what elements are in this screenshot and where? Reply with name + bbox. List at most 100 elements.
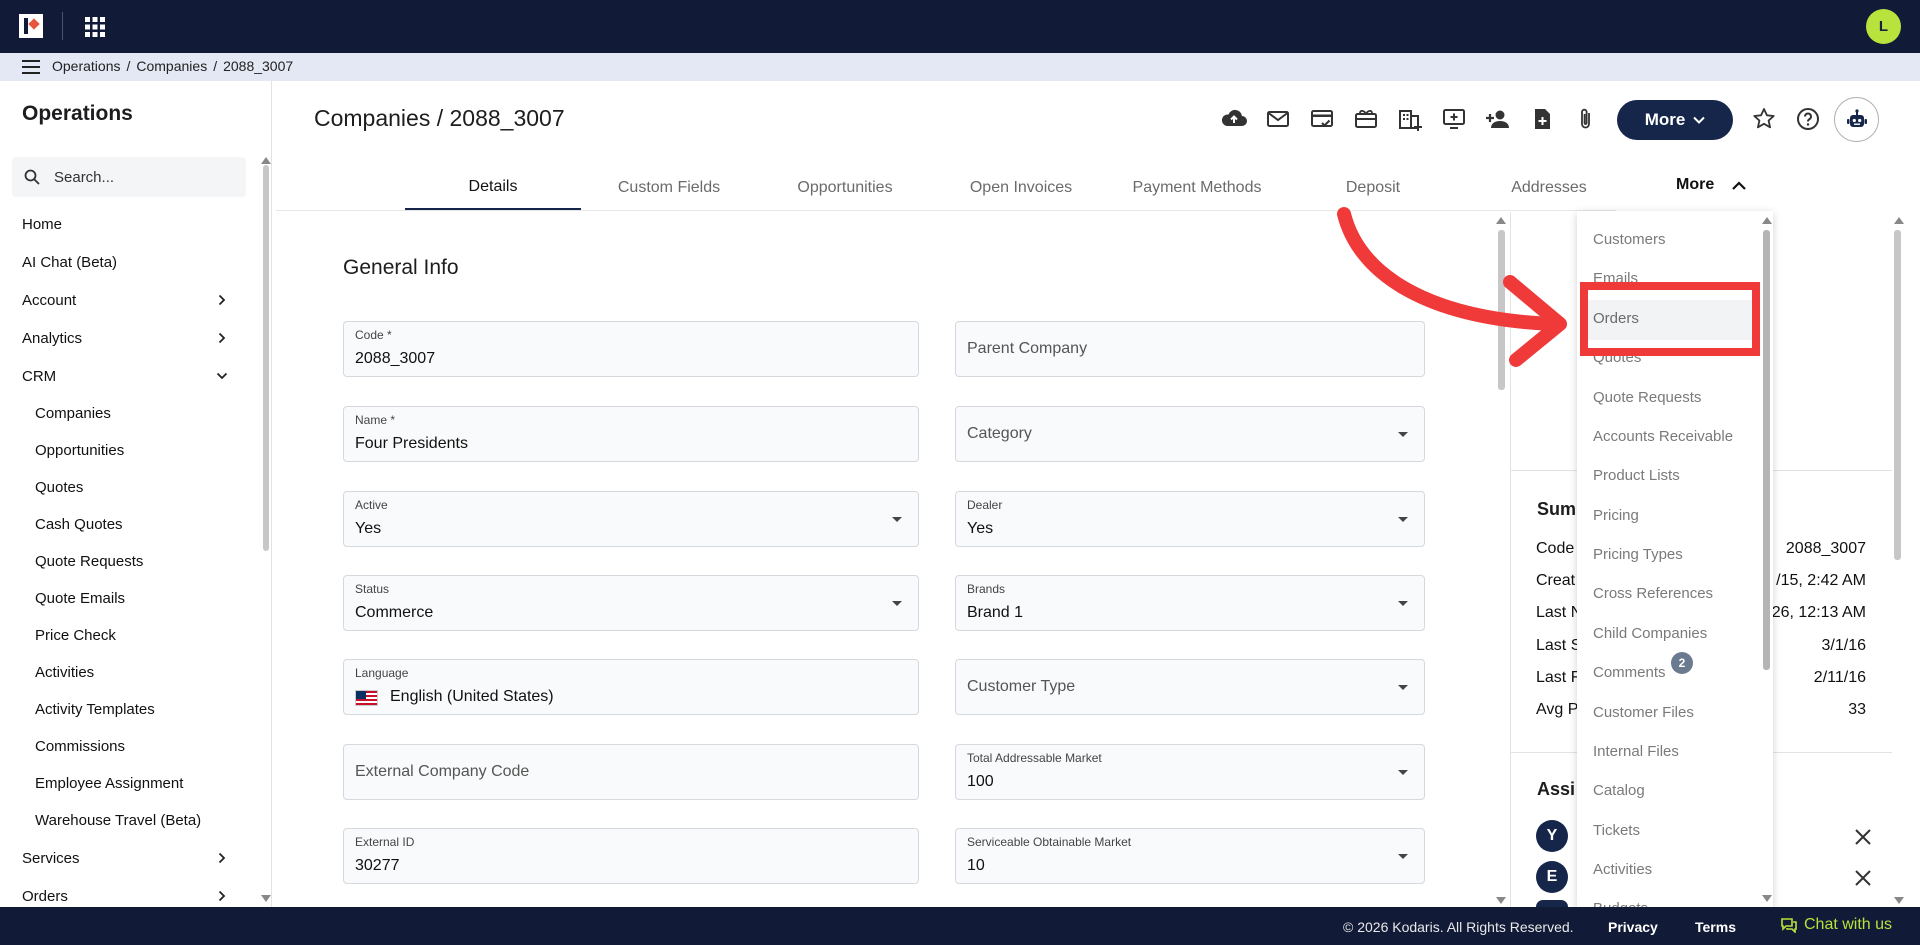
- scroll-up-arrow-icon[interactable]: [1762, 217, 1772, 224]
- breadcrumb-companies[interactable]: Companies: [136, 58, 207, 74]
- scroll-down-arrow-icon[interactable]: [261, 895, 271, 902]
- chevron-down-icon: [216, 372, 228, 380]
- code-value: 2088_3007: [355, 350, 436, 367]
- category-select[interactable]: Category: [955, 406, 1425, 462]
- scroll-down-arrow-icon[interactable]: [1762, 895, 1772, 902]
- external-company-code-field[interactable]: External Company Code: [343, 744, 919, 800]
- attachment-icon[interactable]: [1573, 106, 1599, 132]
- sidebar-item-quotes[interactable]: Quotes: [0, 469, 256, 506]
- scroll-up-arrow-icon[interactable]: [261, 157, 271, 164]
- ai-assistant-button[interactable]: [1834, 97, 1879, 142]
- privacy-link[interactable]: Privacy: [1608, 919, 1658, 935]
- sidebar-item-analytics[interactable]: Analytics: [0, 319, 256, 357]
- sidebar-item-quote-requests[interactable]: Quote Requests: [0, 543, 256, 580]
- gift-card-icon[interactable]: [1353, 106, 1379, 132]
- sidebar-item-cash-quotes[interactable]: Cash Quotes: [0, 506, 256, 543]
- remove-assignee-close-icon[interactable]: [1854, 828, 1872, 846]
- sidebar-item-warehouse-travel-beta[interactable]: Warehouse Travel (Beta): [0, 802, 256, 839]
- dropdown-item-tickets[interactable]: Tickets: [1593, 822, 1640, 839]
- dropdown-item-comments[interactable]: Comments: [1593, 664, 1666, 681]
- tab-more-label: More: [1676, 176, 1715, 193]
- dropdown-item-catalog[interactable]: Catalog: [1593, 782, 1645, 799]
- tab-open-invoices[interactable]: Open Invoices: [933, 165, 1109, 211]
- sidebar-item-employee-assignment[interactable]: Employee Assignment: [0, 765, 256, 802]
- chat-button[interactable]: Chat with us: [1780, 916, 1892, 934]
- external-id-field[interactable]: External ID 30277: [343, 828, 919, 884]
- remove-assignee-close-icon[interactable]: [1854, 869, 1872, 887]
- brands-label: Brands: [967, 582, 1006, 596]
- serviceable-obtainable-market-select[interactable]: Serviceable Obtainable Market 10: [955, 828, 1425, 884]
- scroll-down-arrow-icon[interactable]: [1496, 897, 1506, 904]
- sidebar-item-opportunities[interactable]: Opportunities: [0, 432, 256, 469]
- kodaris-logo-icon[interactable]: [19, 14, 43, 38]
- sidebar-scroll-thumb[interactable]: [263, 165, 269, 551]
- tab-opportunities[interactable]: Opportunities: [757, 165, 933, 211]
- tab-details[interactable]: Details: [405, 165, 581, 211]
- dropdown-item-cross-references[interactable]: Cross References: [1593, 585, 1713, 602]
- language-select[interactable]: Language English (United States): [343, 659, 919, 715]
- scroll-up-arrow-icon[interactable]: [1894, 217, 1904, 224]
- dropdown-item-customers[interactable]: Customers: [1593, 231, 1666, 248]
- tab-custom-fields[interactable]: Custom Fields: [581, 165, 757, 211]
- sidebar-item-label: Analytics: [22, 329, 83, 347]
- customer-type-select[interactable]: Customer Type: [955, 659, 1425, 715]
- user-avatar[interactable]: L: [1866, 9, 1901, 44]
- email-icon[interactable]: [1265, 106, 1291, 132]
- status-select[interactable]: Status Commerce: [343, 575, 919, 631]
- sidebar-item-account[interactable]: Account: [0, 281, 256, 319]
- add-to-queue-icon[interactable]: [1441, 106, 1467, 132]
- cloud-upload-icon[interactable]: [1221, 106, 1247, 132]
- terms-link[interactable]: Terms: [1695, 919, 1736, 935]
- more-actions-button[interactable]: More: [1617, 100, 1733, 140]
- tam-label: Total Addressable Market: [967, 751, 1102, 765]
- sidebar-item-activities[interactable]: Activities: [0, 654, 256, 691]
- sidebar-item-commissions[interactable]: Commissions: [0, 728, 256, 765]
- tam-value: 100: [967, 773, 994, 790]
- help-icon[interactable]: [1795, 106, 1821, 132]
- sidebar-item-crm[interactable]: CRM: [0, 357, 256, 395]
- dropdown-item-accounts-receivable[interactable]: Accounts Receivable: [1593, 428, 1733, 445]
- summary-scroll-thumb[interactable]: [1894, 230, 1901, 560]
- sidebar-item-activity-templates[interactable]: Activity Templates: [0, 691, 256, 728]
- dropdown-caret-icon: [1398, 432, 1408, 437]
- sidebar-item-price-check[interactable]: Price Check: [0, 617, 256, 654]
- active-select[interactable]: Active Yes: [343, 491, 919, 547]
- sidebar-item-quote-emails[interactable]: Quote Emails: [0, 580, 256, 617]
- add-person-icon[interactable]: [1485, 106, 1511, 132]
- breadcrumb-operations[interactable]: Operations: [52, 58, 120, 74]
- sidebar-item-ai-chat-beta[interactable]: AI Chat (Beta): [0, 243, 256, 281]
- dropdown-item-internal-files[interactable]: Internal Files: [1593, 743, 1679, 760]
- sidebar-item-label: Account: [22, 291, 77, 309]
- total-addressable-market-select[interactable]: Total Addressable Market 100: [955, 744, 1425, 800]
- add-document-icon[interactable]: [1529, 106, 1555, 132]
- apps-grid-icon[interactable]: [84, 16, 106, 38]
- tab-payment-methods[interactable]: Payment Methods: [1109, 165, 1285, 211]
- sidebar-item-label: CRM: [22, 367, 57, 385]
- tab-more-toggle[interactable]: More: [1676, 165, 1747, 205]
- add-building-icon[interactable]: [1397, 106, 1423, 132]
- star-icon[interactable]: [1751, 106, 1777, 132]
- dealer-select[interactable]: Dealer Yes: [955, 491, 1425, 547]
- sidebar-item-home[interactable]: Home: [0, 205, 256, 243]
- dropdown-item-budgets[interactable]: Budgets: [1593, 900, 1648, 907]
- sidebar-search-input[interactable]: [54, 165, 234, 189]
- name-field[interactable]: Name * Four Presidents: [343, 406, 919, 462]
- dropdown-item-product-lists[interactable]: Product Lists: [1593, 467, 1680, 484]
- dropdown-item-customer-files[interactable]: Customer Files: [1593, 704, 1694, 721]
- hamburger-menu-icon[interactable]: [22, 59, 40, 75]
- dropdown-item-pricing-types[interactable]: Pricing Types: [1593, 546, 1683, 563]
- dropdown-scroll-thumb[interactable]: [1763, 230, 1770, 670]
- payment-check-icon[interactable]: [1309, 106, 1335, 132]
- dropdown-item-pricing[interactable]: Pricing: [1593, 507, 1639, 524]
- sidebar-item-companies[interactable]: Companies: [0, 395, 256, 432]
- sidebar-item-orders[interactable]: Orders: [0, 877, 256, 907]
- code-field[interactable]: Code * 2088_3007: [343, 321, 919, 377]
- dropdown-item-quote-requests[interactable]: Quote Requests: [1593, 389, 1701, 406]
- dropdown-caret-icon: [1398, 854, 1408, 859]
- dropdown-item-child-companies[interactable]: Child Companies: [1593, 625, 1707, 642]
- summary-value: 3/1/16: [1821, 637, 1866, 654]
- dropdown-item-activities[interactable]: Activities: [1593, 861, 1652, 878]
- brands-select[interactable]: Brands Brand 1: [955, 575, 1425, 631]
- sidebar-item-services[interactable]: Services: [0, 839, 256, 877]
- scroll-down-arrow-icon[interactable]: [1894, 897, 1904, 904]
